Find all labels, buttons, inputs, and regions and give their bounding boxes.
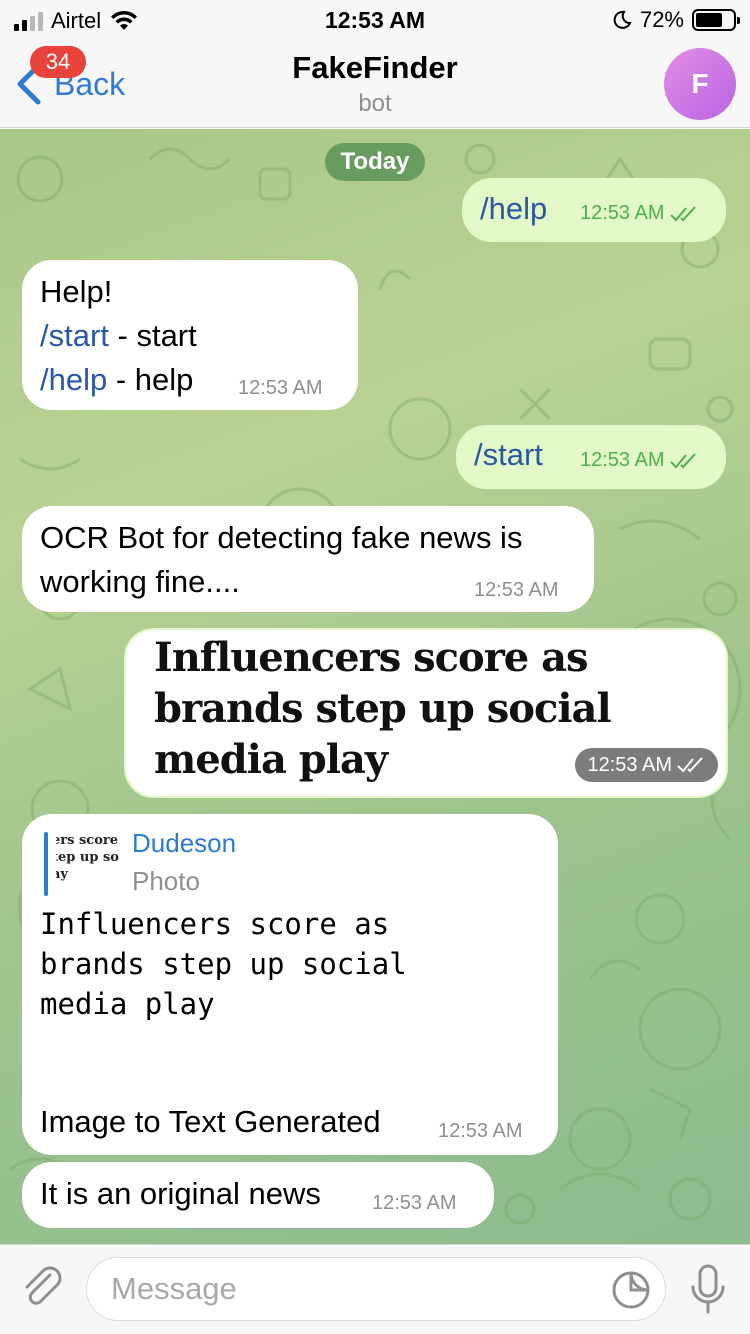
message-text: /start - start	[40, 318, 197, 353]
message-text: It is an original news	[40, 1176, 321, 1211]
command-link[interactable]: /start	[40, 318, 109, 353]
reply-thumbnail[interactable]: ers score tep up so ay	[56, 832, 144, 896]
message-text: working fine....	[40, 564, 240, 599]
battery-percent: 72%	[639, 7, 684, 32]
input-bar	[0, 1244, 750, 1334]
message-text[interactable]: /help	[480, 191, 547, 227]
message-bubble-incoming[interactable]: OCR Bot for detecting fake news is worki…	[22, 506, 594, 612]
message-bubble-incoming[interactable]: Help! /start - start /help - help 12:53 …	[22, 260, 358, 410]
photo-message[interactable]: Influencers score as brands step up soci…	[124, 628, 728, 798]
message-time: 12:53 AM	[575, 748, 718, 782]
message-text[interactable]: /start	[474, 437, 543, 473]
double-check-icon	[677, 757, 703, 773]
message-time: 12:53 AM	[580, 202, 699, 225]
chat-title[interactable]: FakeFinder	[0, 50, 750, 86]
message-bubble-outgoing[interactable]: /start 12:53 AM	[456, 425, 726, 489]
ocr-text: Influencers score as brands step up soci…	[40, 907, 407, 1021]
date-separator: Today	[325, 143, 425, 181]
message-text: OCR Bot for detecting fake news is	[40, 520, 523, 555]
nav-bar: Back 34 FakeFinder bot F	[0, 40, 750, 128]
photo-image: Influencers score as brands step up soci…	[154, 634, 612, 783]
message-field[interactable]	[86, 1257, 666, 1321]
status-bar: Airtel 12:53 AM 72%	[0, 0, 750, 40]
sticker-icon[interactable]	[611, 1270, 651, 1310]
message-bubble-incoming[interactable]: ers score tep up so ay Dudeson Photo Inf…	[22, 814, 558, 1155]
message-caption: Image to Text Generated	[40, 1104, 381, 1139]
message-time: 12:53 AM	[474, 579, 559, 601]
message-bubble-outgoing[interactable]: /help 12:53 AM	[462, 178, 726, 242]
status-right: 72%	[612, 7, 740, 33]
chat-subtitle: bot	[358, 90, 392, 117]
microphone-icon[interactable]	[688, 1263, 728, 1315]
double-check-icon	[669, 452, 696, 468]
double-check-icon	[669, 205, 696, 221]
command-link[interactable]: /help	[40, 362, 107, 397]
avatar[interactable]: F	[664, 48, 736, 120]
chat-area[interactable]: Today /help 12:53 AM Help! /start - star…	[0, 129, 750, 1244]
message-text: /help - help	[40, 362, 194, 397]
reply-accent-bar	[44, 832, 48, 896]
reply-media-type: Photo	[132, 866, 200, 896]
moon-icon	[613, 10, 632, 29]
battery-icon	[692, 9, 740, 31]
message-text: Help!	[40, 274, 113, 309]
message-time: 12:53 AM	[580, 449, 699, 472]
message-input[interactable]	[111, 1268, 591, 1310]
message-time: 12:53 AM	[238, 377, 323, 399]
message-time: 12:53 AM	[372, 1192, 457, 1214]
attachment-icon[interactable]	[20, 1265, 66, 1311]
reply-sender-name[interactable]: Dudeson	[132, 828, 236, 859]
message-bubble-incoming[interactable]: It is an original news 12:53 AM	[22, 1162, 494, 1228]
message-time: 12:53 AM	[438, 1120, 523, 1142]
